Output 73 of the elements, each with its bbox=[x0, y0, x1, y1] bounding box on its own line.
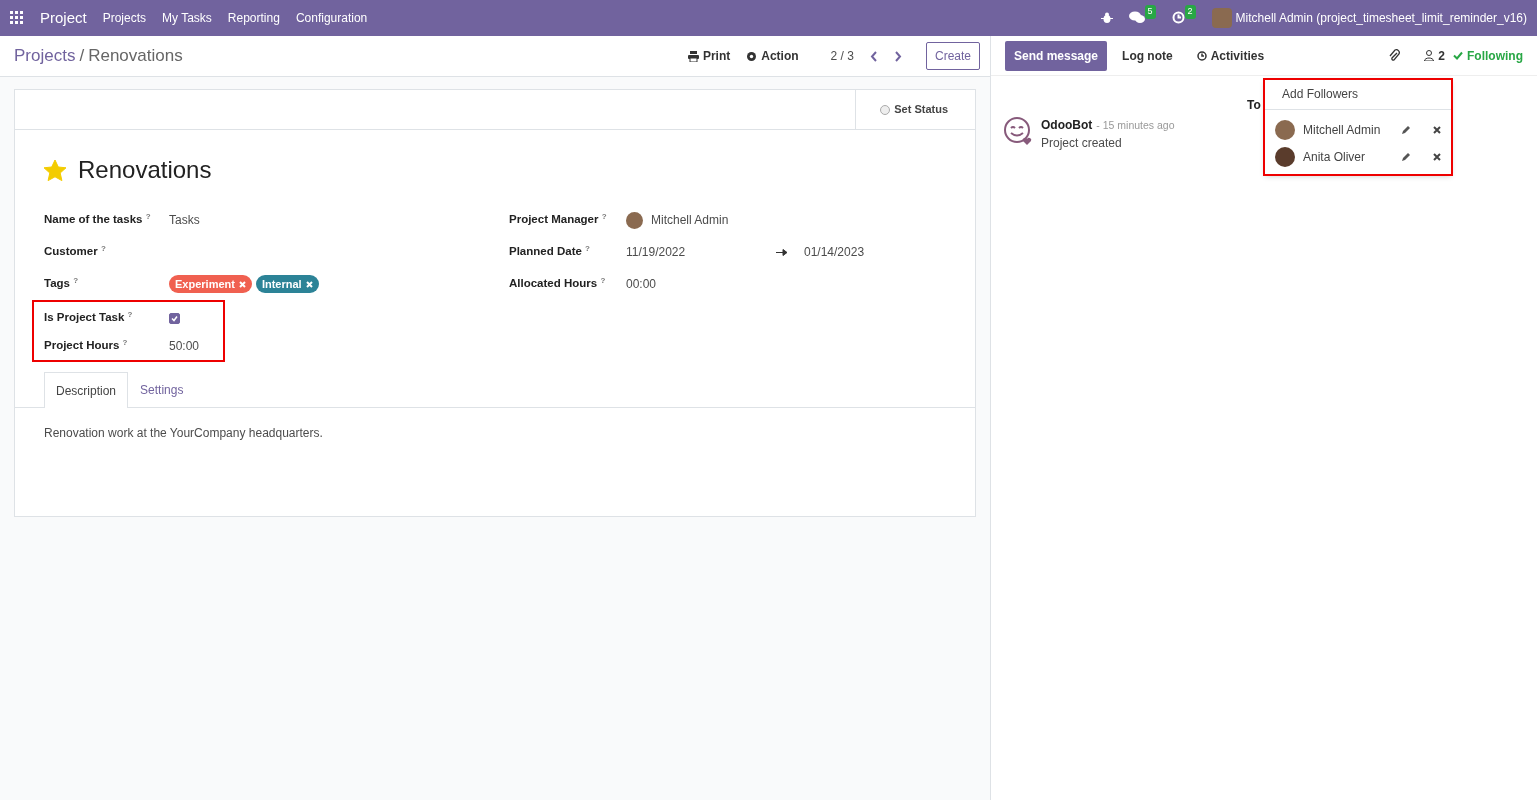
close-icon[interactable] bbox=[1433, 125, 1441, 134]
chatter-button[interactable]: Log note bbox=[1113, 40, 1182, 71]
message-author: OdooBot bbox=[1041, 118, 1093, 132]
close-icon[interactable] bbox=[1433, 152, 1441, 161]
field-label: Name of the tasks $^{?}$ bbox=[44, 211, 152, 228]
create-button[interactable]: Create bbox=[925, 42, 980, 70]
activity-count: 2 bbox=[1184, 5, 1196, 19]
field-label: Is Project Task $^{?}$ bbox=[44, 309, 134, 326]
record-title: Renovations bbox=[78, 155, 212, 185]
user-avatar bbox=[626, 211, 643, 229]
arrow-right-icon bbox=[776, 248, 788, 256]
field-label: Allocated Hours $^{?}$ bbox=[509, 275, 607, 292]
clock-icon[interactable] bbox=[1171, 11, 1185, 25]
menu-item[interactable]: Reporting bbox=[227, 9, 280, 27]
user-avatar bbox=[1211, 8, 1232, 28]
field-value: 11/19/2022 bbox=[626, 244, 687, 261]
pencil-icon[interactable] bbox=[1401, 151, 1411, 162]
following-button[interactable]: Following bbox=[1453, 46, 1523, 65]
field-label: Planned Date $^{?}$ bbox=[509, 243, 591, 260]
menu-item[interactable]: Configuration bbox=[295, 9, 368, 27]
set-status-button[interactable]: Set Status bbox=[855, 90, 975, 129]
tag[interactable]: Experiment bbox=[169, 274, 252, 294]
tab[interactable]: Settings bbox=[128, 372, 196, 407]
field-value: Tasks bbox=[169, 212, 200, 229]
user-avatar bbox=[1275, 146, 1295, 167]
pager-value: 2 / 3 bbox=[830, 48, 854, 65]
field-label: Customer $^{?}$ bbox=[44, 243, 107, 260]
description-text: Renovation work at the YourCompany headquarters. bbox=[44, 425, 324, 442]
chat-bubbles-icon[interactable] bbox=[1128, 11, 1145, 25]
person-icon bbox=[1424, 50, 1435, 61]
field-label: Tags $^{?}$ bbox=[44, 275, 80, 292]
breadcrumb-link[interactable]: Projects bbox=[14, 43, 76, 69]
printer-icon bbox=[687, 50, 699, 62]
paperclip-icon[interactable] bbox=[1388, 49, 1401, 62]
activities-button[interactable]: Activities bbox=[1187, 40, 1274, 71]
chevron-left-icon[interactable] bbox=[869, 50, 878, 62]
clock-icon bbox=[1196, 50, 1207, 61]
menu-item[interactable]: My Tasks bbox=[162, 9, 212, 27]
field-value: 00:00 bbox=[626, 276, 657, 293]
pencil-icon[interactable] bbox=[1401, 124, 1411, 135]
field-value: 50:00 bbox=[169, 338, 200, 355]
date-separator: To bbox=[1247, 97, 1261, 114]
menu-item[interactable]: Projects bbox=[102, 9, 147, 27]
tab[interactable]: Description bbox=[44, 372, 129, 408]
star-icon[interactable] bbox=[44, 159, 66, 181]
follower-name[interactable]: Anita Oliver bbox=[1303, 147, 1393, 166]
field-value: Mitchell Admin bbox=[651, 212, 729, 229]
followers-button[interactable]: 2 bbox=[1424, 46, 1445, 65]
print-button[interactable]: Print bbox=[687, 47, 731, 65]
follower-name[interactable]: Mitchell Admin bbox=[1303, 120, 1393, 139]
tag[interactable]: Internal bbox=[255, 274, 319, 294]
user-avatar bbox=[1275, 119, 1295, 140]
user-menu[interactable]: Mitchell Admin (project_timesheet_limit_reminder_v16) bbox=[1235, 9, 1527, 27]
field-label: Project Manager $^{?}$ bbox=[509, 211, 608, 228]
radio-icon bbox=[880, 104, 891, 115]
chevron-right-icon[interactable] bbox=[893, 50, 902, 62]
breadcrumb-current: Renovations bbox=[88, 45, 183, 68]
app-name[interactable]: Project bbox=[40, 6, 87, 30]
field-value: 01/14/2023 bbox=[804, 244, 865, 261]
chatter-button[interactable]: Send message bbox=[1005, 40, 1108, 71]
checkbox[interactable] bbox=[169, 312, 180, 324]
action-button[interactable]: Action bbox=[746, 47, 799, 65]
breadcrumb-separator: / bbox=[79, 45, 85, 68]
message-body: Project created bbox=[1041, 135, 1123, 152]
field-label: Project Hours $^{?}$ bbox=[44, 337, 129, 354]
apps-grid-icon[interactable] bbox=[10, 11, 24, 25]
bot-face-icon bbox=[1003, 116, 1033, 146]
gear-icon bbox=[746, 50, 758, 62]
bug-icon[interactable] bbox=[1100, 12, 1113, 24]
message-count: 5 bbox=[1144, 5, 1156, 19]
message-time: - 15 minutes ago bbox=[1096, 119, 1175, 131]
check-icon bbox=[1453, 51, 1463, 60]
add-followers-link[interactable]: Add Followers bbox=[1265, 80, 1451, 110]
